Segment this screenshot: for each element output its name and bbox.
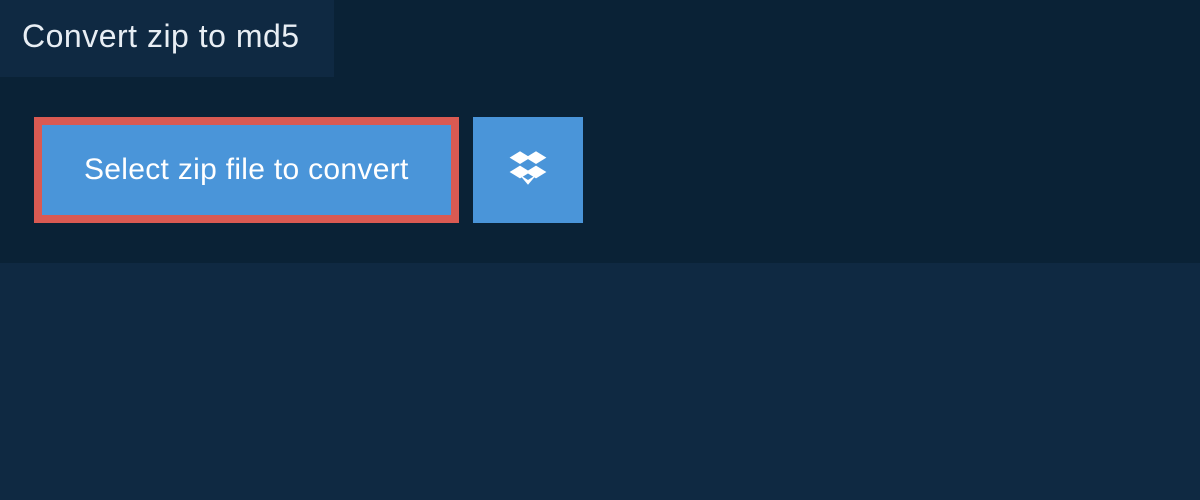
tab-title: Convert zip to md5: [22, 18, 300, 54]
tab-convert[interactable]: Convert zip to md5: [0, 0, 334, 77]
tab-bar: Convert zip to md5: [0, 0, 1200, 77]
dropbox-icon: [508, 148, 548, 193]
select-file-label: Select zip file to convert: [84, 153, 409, 187]
select-file-button[interactable]: Select zip file to convert: [34, 117, 459, 223]
dropbox-button[interactable]: [473, 117, 583, 223]
converter-panel: Convert zip to md5 Select zip file to co…: [0, 0, 1200, 263]
button-row: Select zip file to convert: [0, 77, 1200, 223]
